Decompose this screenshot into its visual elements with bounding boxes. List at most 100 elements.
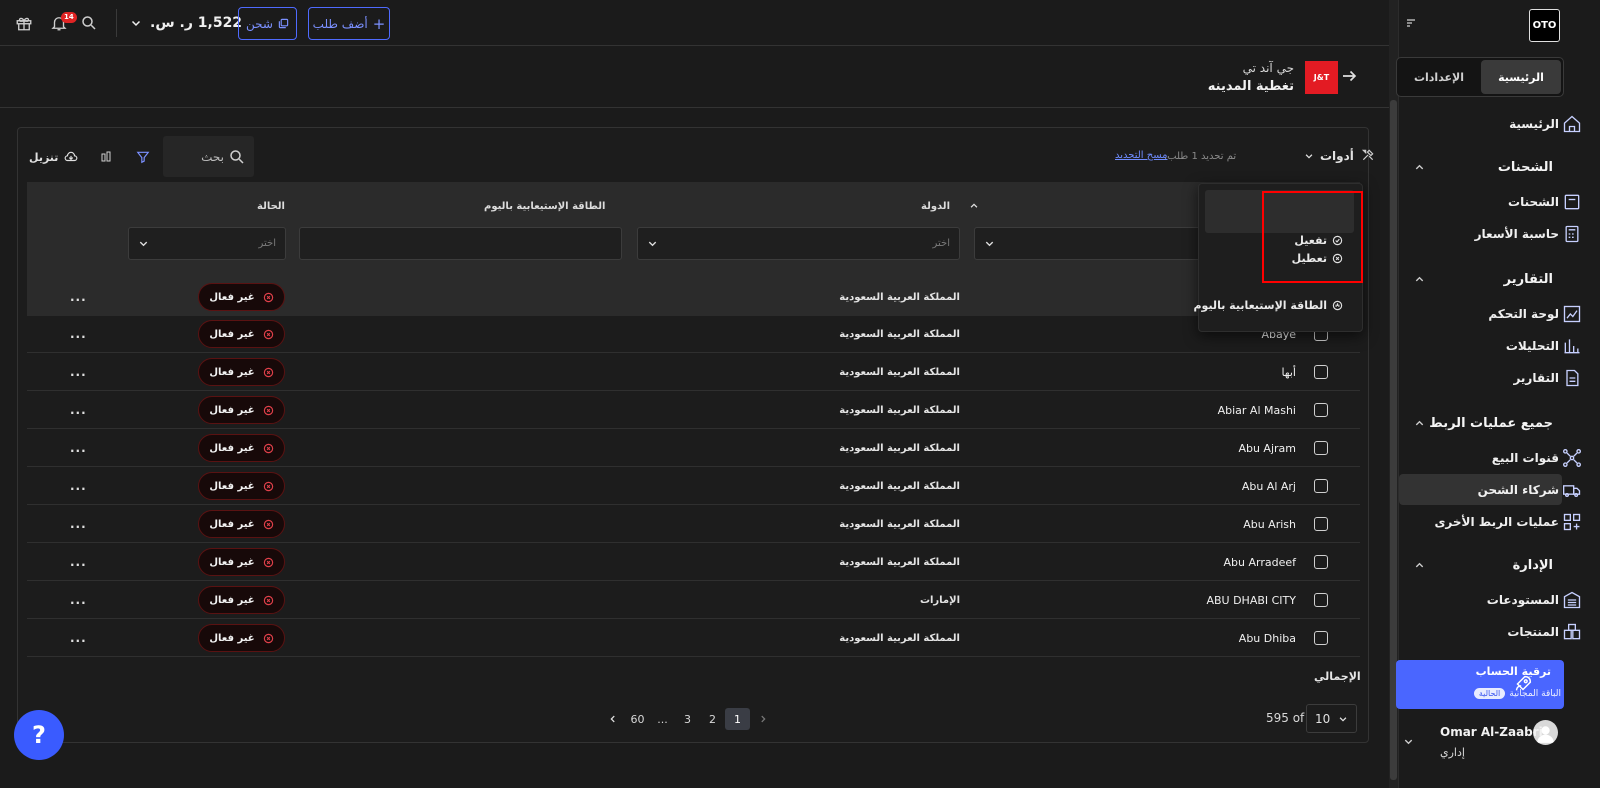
table-row[interactable]: أبها المملكة العربية السعودية غير فعال... [27, 353, 1360, 391]
page-60[interactable]: 60 [625, 708, 650, 730]
section-reports[interactable]: التقارير [1504, 268, 1553, 290]
header-status[interactable]: الحالة [257, 201, 285, 212]
status-label: غير فعال [209, 442, 255, 454]
filter-icon[interactable] [136, 150, 150, 164]
row-checkbox[interactable] [1314, 403, 1328, 417]
user-name: Omar Al-Zaabri [1440, 725, 1543, 739]
chevron-up-icon[interactable] [1414, 418, 1425, 429]
app-logo[interactable]: OTO [1529, 9, 1560, 42]
page-2[interactable]: 2 [700, 708, 725, 730]
wallet-balance[interactable]: 1,522 ر. س. [130, 10, 242, 36]
page-1[interactable]: 1 [725, 708, 750, 730]
row-actions-button[interactable]: ... [70, 278, 87, 316]
status-badge[interactable]: غير فعال [198, 320, 285, 348]
table-row[interactable]: Abu Arradeef المملكة العربية السعودية غير … [27, 543, 1360, 581]
network-icon [1563, 449, 1581, 467]
row-actions-button[interactable]: ... [70, 353, 87, 391]
tools-dropdown[interactable]: أدوات [1304, 149, 1354, 163]
header-capacity[interactable]: الطاقة الإستيعابية باليوم [484, 201, 605, 212]
row-checkbox[interactable] [1314, 479, 1328, 493]
city-name: أبها [1281, 365, 1296, 379]
search-input[interactable]: بحث [163, 136, 254, 177]
table-row[interactable]: Abu Dhiba المملكة العربية السعودية غير فعا… [27, 619, 1360, 657]
row-checkbox[interactable] [1314, 517, 1328, 531]
status-badge[interactable]: غير فعال [198, 624, 285, 652]
tab-home[interactable]: الرئيسية [1481, 60, 1561, 94]
tools-icon[interactable] [1361, 148, 1375, 162]
capacity-filter-input[interactable] [299, 227, 622, 260]
sidebar-item-analytics[interactable]: التحليلات [1506, 335, 1580, 357]
row-checkbox[interactable] [1314, 593, 1328, 607]
chevron-down-icon[interactable] [1403, 736, 1414, 747]
row-actions-button[interactable]: ... [70, 543, 87, 581]
row-checkbox[interactable] [1314, 631, 1328, 645]
row-checkbox[interactable] [1314, 365, 1328, 379]
city-name: Abu Dhiba [1238, 631, 1296, 645]
section-management[interactable]: الإدارة [1513, 554, 1553, 576]
row-actions-button[interactable]: ... [70, 467, 87, 505]
table-row[interactable]: ABU DHABI CITY الإمارات غير فعال... [27, 581, 1360, 619]
nav-label: حاسبة الأسعار [1474, 227, 1559, 241]
row-actions-button[interactable]: ... [70, 391, 87, 429]
status-badge[interactable]: غير فعال [198, 396, 285, 424]
status-label: غير فعال [209, 404, 255, 416]
section-shipments[interactable]: الشحنات [1498, 156, 1553, 178]
row-actions-button[interactable]: ... [70, 619, 87, 657]
ship-button[interactable]: شحن [238, 7, 297, 40]
status-filter-select[interactable]: اختر [128, 227, 286, 260]
row-actions-button[interactable]: ... [70, 505, 87, 543]
search-icon[interactable] [77, 11, 101, 35]
sidebar-item-products[interactable]: المنتجات [1507, 621, 1581, 643]
columns-icon[interactable] [100, 150, 112, 164]
table-row[interactable]: المملكة العربية السعودية غير فعال... [27, 278, 1360, 316]
sidebar-item-reports[interactable]: التقارير [1513, 367, 1579, 389]
row-actions-button[interactable]: ... [70, 581, 87, 619]
chevron-up-icon[interactable] [969, 201, 979, 211]
sidebar-item-sales-channels[interactable]: قنوات البيع [1492, 447, 1581, 469]
row-checkbox[interactable] [1314, 441, 1328, 455]
sidebar-item-home[interactable]: الرئيسية [1509, 113, 1581, 135]
menu-collapse-icon[interactable] [1405, 17, 1417, 29]
pagination-next-icon[interactable] [750, 708, 775, 730]
table-row[interactable]: Abu Arish المملكة العربية السعودية غير فعا… [27, 505, 1360, 543]
sidebar-item-dashboard[interactable]: لوحة التحكم [1488, 303, 1581, 325]
per-page-select[interactable]: 10 [1306, 704, 1357, 733]
help-button[interactable]: ? [14, 710, 64, 760]
city-filter-select[interactable] [974, 227, 1204, 260]
status-badge[interactable]: غير فعال [198, 548, 285, 576]
pagination-prev-icon[interactable] [600, 708, 625, 730]
row-actions-button[interactable]: ... [70, 429, 87, 467]
table-row[interactable]: Abiar Al Mashi المملكة العربية السعودية غي… [27, 391, 1360, 429]
sidebar-item-price-calculator[interactable]: حاسبة الأسعار [1474, 223, 1579, 245]
table-row[interactable]: Abaye المملكة العربية السعودية غير فعال... [27, 315, 1360, 353]
menu-item-capacity[interactable]: الطاقة الإستيعابية باليوم [1193, 295, 1343, 315]
section-integrations[interactable]: جميع عمليات الربط [1429, 412, 1553, 434]
back-arrow-icon[interactable] [1340, 67, 1358, 85]
tab-settings[interactable]: الإعدادات [1399, 60, 1479, 94]
country-filter-select[interactable]: اختر [637, 227, 960, 260]
chevron-up-icon[interactable] [1414, 560, 1425, 571]
sidebar-item-warehouses[interactable]: المستودعات [1487, 589, 1581, 611]
sidebar-item-shipments[interactable]: الشحنات [1508, 191, 1580, 213]
x-circle-icon [263, 557, 273, 567]
status-badge[interactable]: غير فعال [198, 472, 285, 500]
sidebar-item-other-integrations[interactable]: عمليات الربط الأخرى [1434, 511, 1581, 533]
clear-selection-link[interactable]: مسح التحديد [1115, 150, 1168, 161]
table-row[interactable]: Abu Ajram المملكة العربية السعودية غير فعا… [27, 429, 1360, 467]
status-badge[interactable]: غير فعال [198, 358, 285, 386]
chevron-up-icon[interactable] [1414, 162, 1425, 173]
status-badge[interactable]: غير فعال [198, 434, 285, 462]
page-3[interactable]: 3 [675, 708, 700, 730]
status-badge[interactable]: غير فعال [198, 510, 285, 538]
chevron-up-icon[interactable] [1414, 274, 1425, 285]
table-row[interactable]: Abu Al Arj المملكة العربية السعودية غير فع… [27, 467, 1360, 505]
status-badge[interactable]: غير فعال [198, 283, 285, 311]
download-button[interactable]: تنزيل [29, 150, 79, 164]
add-order-button[interactable]: أضف طلب + [308, 7, 390, 40]
sidebar-item-shipping-partners[interactable]: شركاء الشحن [1478, 479, 1581, 501]
gift-icon[interactable] [12, 11, 36, 35]
status-badge[interactable]: غير فعال [198, 586, 285, 614]
row-checkbox[interactable] [1314, 555, 1328, 569]
row-actions-button[interactable]: ... [70, 315, 87, 353]
header-country[interactable]: الدولة [921, 201, 950, 212]
